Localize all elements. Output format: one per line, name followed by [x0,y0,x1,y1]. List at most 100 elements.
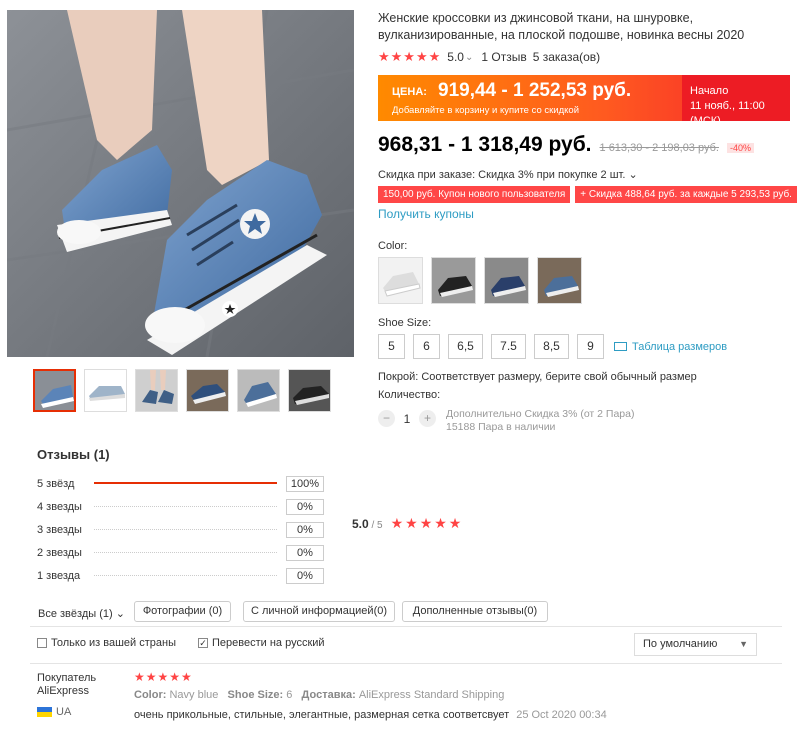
rating-bar-row[interactable]: 5 звёзд 100% [37,472,324,495]
quantity-info: Дополнительно Скидка 3% (от 2 Пара) 1518… [446,408,634,434]
quantity-label: Количество: [378,389,441,401]
rating-bar-row[interactable]: 1 звезда 0% [37,564,324,587]
thumbnail-4[interactable] [186,369,229,412]
bulk-discount[interactable]: Скидка при заказе: Скидка 3% при покупке… [378,168,638,181]
thumbnail-2[interactable] [84,369,127,412]
filter-photos-button[interactable]: Фотографии (0) [134,601,231,622]
rating-bar-row[interactable]: 4 звезды 0% [37,495,324,518]
review-text: очень прикольные, стильные, элегантные, … [134,709,510,721]
fit-info: Покрой: Соответствует размеру, берите св… [378,371,697,383]
average-stars: ★★★★★ [390,515,464,531]
rating-bar-row[interactable]: 3 звезды 0% [37,518,324,541]
size-option[interactable]: 6,5 [448,334,483,359]
rating-bar-percent: 100% [286,475,324,492]
color-swatch-navy[interactable] [484,257,529,304]
stock-note: 15188 Пара в наличии [446,421,556,433]
get-coupons-link[interactable]: Получить купоны [378,207,474,221]
color-swatches [378,257,582,304]
promo-banner[interactable]: ЦЕНА: 919,44 - 1 252,53 руб. Добавляйте … [378,75,790,127]
ukraine-flag-icon [37,707,52,717]
reviewer-country: UA [37,706,71,718]
size-chart-label: Таблица размеров [632,340,728,353]
promo-start-title: Начало [690,85,729,97]
rating-bar-track [94,552,277,553]
sneaker-photo [7,10,354,357]
reviews-count-link[interactable]: 1 Отзыв [481,50,526,64]
caret-down-icon: ▼ [739,639,748,649]
quantity-stepper: − 1 + [378,410,436,427]
ruler-icon [614,342,627,351]
rating-bar-track [94,506,277,507]
rating-bar-track [94,482,277,484]
product-title: Женские кроссовки из джинсовой ткани, на… [378,11,745,42]
rating-bar-percent: 0% [286,567,324,584]
rating-bar-percent: 0% [286,498,324,515]
average-rating-value: 5.0 / 5 [352,517,383,531]
quantity-value[interactable]: 1 [399,412,415,426]
color-swatch-blue[interactable] [537,257,582,304]
quantity-minus-button[interactable]: − [378,410,395,427]
review-size-value: 6 [286,689,293,701]
translate-checkbox[interactable]: ✓ Перевести на русский [197,637,325,649]
checkbox-checked-icon: ✓ [197,638,208,648]
size-chart-link[interactable]: Таблица размеров [614,341,727,353]
size-option[interactable]: 6 [413,334,440,359]
average-value: 5.0 [352,516,369,531]
review-options: Только из вашей страны ✓ Перевести на ру… [37,637,325,649]
review-item: Покупатель AliExpress UA ★★★★★ Color: Na… [30,663,782,730]
color-swatch-white[interactable] [378,257,423,304]
color-swatch-black[interactable] [431,257,476,304]
review-delivery-label: Доставка: [301,689,356,701]
size-option[interactable]: 7.5 [491,334,526,359]
quantity-plus-button[interactable]: + [419,410,436,427]
coupon-store-discount[interactable]: + Скидка 488,64 руб. за каждые 5 293,53 … [575,186,797,203]
reviews-title: Отзывы (1) [37,447,110,462]
review-color-label: Color: [134,689,167,701]
review-color-value: Navy blue [169,689,219,701]
discount-badge: -40% [726,143,754,153]
rating-bar-percent: 0% [286,544,324,561]
promo-price: 919,44 - 1 252,53 руб. [438,80,632,101]
review-filters: Все звёзды (1) ⌄ Фотографии (0) С личной… [30,600,782,627]
review-delivery-value: AliExpress Standard Shipping [358,689,505,701]
coupon-list: 150,00 руб. Купон нового пользователя + … [378,186,797,203]
only-my-country-checkbox[interactable]: Только из вашей страны [37,637,176,649]
rating-bar-label: 5 звёзд [37,477,75,490]
orders-count: 5 заказа(ов) [532,50,601,64]
average-rating: 5.0 / 5 ★★★★★ [352,515,463,532]
rating-bar-track [94,575,277,576]
size-option[interactable]: 5 [378,334,405,359]
product-main-image[interactable] [7,10,354,357]
checkbox-unchecked-icon [37,638,47,648]
promo-subtitle: Добавляйте в корзину и купите со скидкой [392,105,579,116]
color-label: Color: [378,240,408,252]
review-date: 25 Oct 2020 00:34 [516,709,607,721]
sort-select[interactable]: По умолчанию ▼ [634,633,757,656]
promo-label: ЦЕНА: [392,86,427,98]
average-scale: / 5 [368,519,383,531]
filter-personal-info-button[interactable]: С личной информацией(0) [243,601,395,622]
thumbnail-6[interactable] [288,369,331,412]
size-option[interactable]: 8,5 [534,334,569,359]
star-filter-dropdown[interactable]: Все звёзды (1) ⌄ [38,607,125,620]
quantity-discount-note: Дополнительно Скидка 3% (от 2 Пара) [446,408,635,420]
review-text-row: очень прикольные, стильные, элегантные, … [134,709,607,721]
rating-stars: ★★★★★ [378,49,442,64]
rating-bar-label: 1 звезда [37,569,81,582]
reviewer-name-line2: AliExpress [37,685,89,697]
promo-start: Начало 11 нояб., 11:00 (МСК) [682,75,790,127]
thumbnail-1[interactable] [33,369,76,412]
review-meta: Color: Navy blue Shoe Size: 6 Доставка: … [134,689,504,701]
rating-bar-row[interactable]: 2 звезды 0% [37,541,324,564]
size-option[interactable]: 9 [577,334,604,359]
only-my-country-label: Только из вашей страны [51,637,176,649]
thumbnail-3[interactable] [135,369,178,412]
thumbnail-5[interactable] [237,369,280,412]
chevron-down-icon[interactable]: ⌄ [465,52,473,63]
old-price: 1 613,30 - 2 198,03 руб. [599,142,719,154]
filter-additional-reviews-button[interactable]: Дополненные отзывы(0) [402,601,548,622]
thumbnail-strip [33,369,331,412]
rating-bar-label: 3 звезды [37,523,82,536]
coupon-new-user[interactable]: 150,00 руб. Купон нового пользователя [378,186,571,203]
rating-bar-fill [94,482,277,484]
